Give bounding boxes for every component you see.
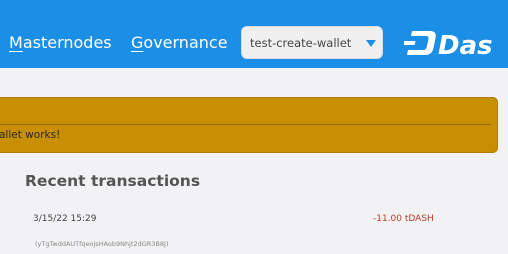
top-navbar: Masternodes Governance test-create-walle… xyxy=(0,0,508,68)
recent-transactions-title: Recent transactions xyxy=(25,172,201,190)
transaction-row[interactable]: 3/15/22 15:29 -11.00 tDASH (yTgTwddAUTfq… xyxy=(0,205,508,254)
notification-banner: allet works! xyxy=(0,97,498,153)
dash-logo: Dash xyxy=(404,31,492,57)
wallet-select-value: test-create-wallet xyxy=(250,36,352,50)
transaction-amount: -11.00 tDASH xyxy=(373,214,434,224)
nav-governance-accesskey: G xyxy=(131,33,144,52)
banner-divider xyxy=(0,124,491,125)
nav-masternodes[interactable]: Masternodes xyxy=(9,33,112,53)
transaction-address: (yTgTwddAUTfqeojsHAob9Nhjt2dGR3B8J) xyxy=(35,240,169,248)
chevron-down-icon xyxy=(366,40,376,47)
banner-message: allet works! xyxy=(0,129,61,141)
transaction-date: 3/15/22 15:29 xyxy=(33,214,97,224)
wallet-select[interactable]: test-create-wallet xyxy=(241,26,383,59)
nav-masternodes-accesskey: M xyxy=(9,33,23,52)
logo-text: Dash xyxy=(438,31,492,57)
nav-governance[interactable]: Governance xyxy=(131,33,228,53)
nav-masternodes-label: asternodes xyxy=(22,33,112,52)
nav-governance-label: overnance xyxy=(143,33,228,52)
